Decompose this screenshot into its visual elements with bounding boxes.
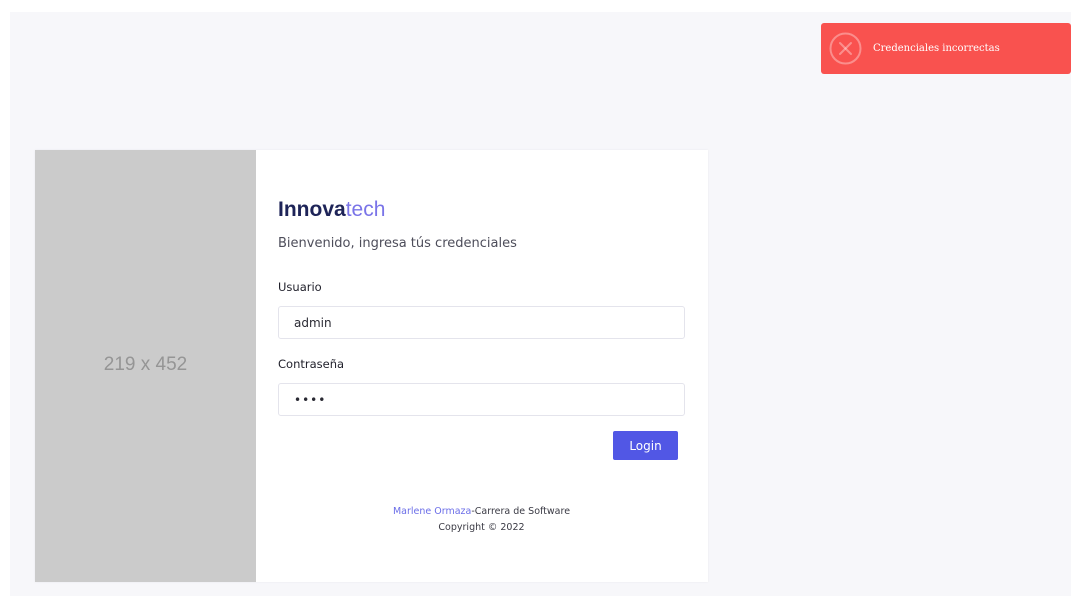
error-toast[interactable]: Credenciales incorrectas: [821, 23, 1071, 74]
login-form-pane: Innovatech Bienvenido, ingresa tús crede…: [256, 150, 708, 582]
brand-logo-strong: Innova: [278, 198, 346, 221]
footer-program-text: -Carrera de Software: [471, 506, 571, 517]
brand-logo: Innovatech: [278, 198, 385, 222]
password-input[interactable]: [278, 383, 685, 416]
username-label: Usuario: [278, 280, 322, 294]
brand-logo-light: tech: [345, 198, 386, 221]
login-button[interactable]: Login: [613, 431, 678, 460]
login-card: 219 x 452 Innovatech Bienvenido, ingresa…: [35, 150, 708, 582]
close-circle-icon[interactable]: [829, 32, 862, 65]
side-placeholder-image: 219 x 452: [35, 150, 256, 582]
welcome-subtitle: Bienvenido, ingresa tús credenciales: [278, 236, 517, 251]
toast-message: Credenciales incorrectas: [873, 43, 1000, 54]
placeholder-dimensions-text: 219 x 452: [103, 354, 188, 375]
password-label: Contraseña: [278, 357, 345, 371]
username-input[interactable]: [278, 306, 685, 339]
footer: Marlene Ormaza-Carrera de Software Copyr…: [256, 504, 707, 536]
author-link[interactable]: Marlene Ormaza: [393, 506, 471, 517]
copyright-text: Copyright © 2022: [438, 522, 525, 533]
footer-credit-line: Marlene Ormaza-Carrera de Software: [256, 504, 707, 520]
